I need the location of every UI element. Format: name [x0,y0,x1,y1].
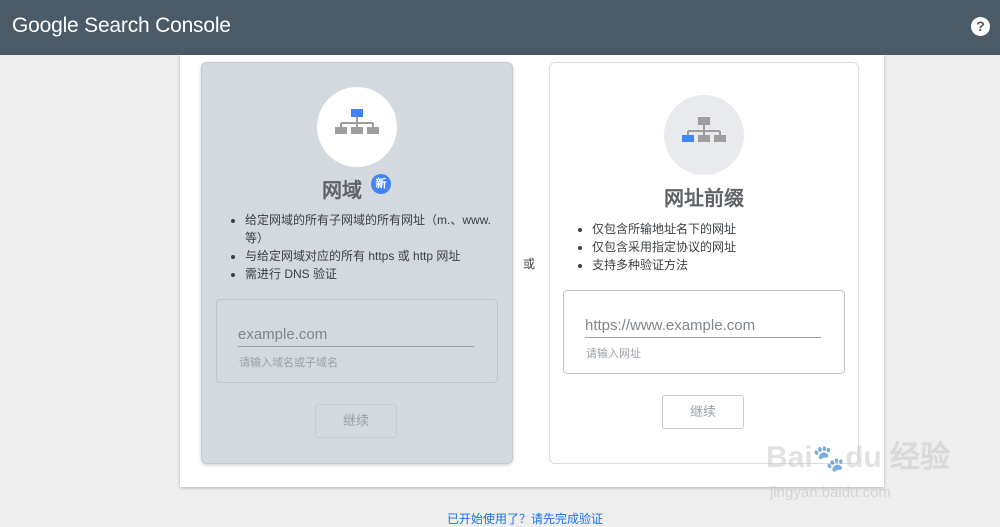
domain-continue-button[interactable]: 继续 [315,404,397,438]
prefix-helper-text: 请输入网址 [586,348,641,360]
list-item: 给定网域的所有子网域的所有网址（m.、www. 等） [245,211,495,247]
list-item: 仅包含所输地址名下的网址 [592,220,842,238]
property-type-dialog: 网域 新 给定网域的所有子网域的所有网址（m.、www. 等） 与给定网域对应的… [180,55,884,487]
sitemap-icon [664,95,744,175]
domain-card-title: 网域 [322,180,362,202]
prefix-card-title: 网址前缀 [664,188,744,210]
prefix-feature-list: 仅包含所输地址名下的网址 仅包含采用指定协议的网址 支持多种验证方法 [576,220,842,274]
list-item: 需进行 DNS 验证 [245,265,495,283]
prefix-continue-button[interactable]: 继续 [662,395,744,429]
prefix-input-container: 请输入网址 [563,290,845,374]
watermark-url: jingyan.baidu.com [770,484,891,501]
baidu-jingyan-watermark-logo: Bai🐾du 经验 [766,441,951,474]
list-item: 仅包含采用指定协议的网址 [592,238,842,256]
app-bar: Google Search Console ? [0,0,1000,55]
or-separator: 或 [523,257,536,271]
url-prefix-input[interactable] [585,313,821,338]
url-prefix-property-card[interactable]: 网址前缀 仅包含所输地址名下的网址 仅包含采用指定协议的网址 支持多种验证方法 … [549,62,859,464]
new-badge: 新 [371,174,391,194]
domain-helper-text: 请输入域名或子域名 [239,357,338,369]
domain-feature-list: 给定网域的所有子网域的所有网址（m.、www. 等） 与给定网域对应的所有 ht… [229,211,495,283]
sitemap-icon [317,87,397,167]
domain-input[interactable] [238,322,474,347]
domain-property-card[interactable]: 网域 新 给定网域的所有子网域的所有网址（m.、www. 等） 与给定网域对应的… [201,62,513,464]
app-title[interactable]: Google Search Console [12,14,231,38]
list-item: 支持多种验证方法 [592,256,842,274]
help-circle-icon[interactable]: ? [971,17,990,36]
list-item: 与给定网域对应的所有 https 或 http 网址 [245,247,495,265]
already-started-verify-link[interactable]: 已开始使用了？请先完成验证 [447,510,603,527]
domain-input-container: 请输入域名或子域名 [216,299,498,383]
